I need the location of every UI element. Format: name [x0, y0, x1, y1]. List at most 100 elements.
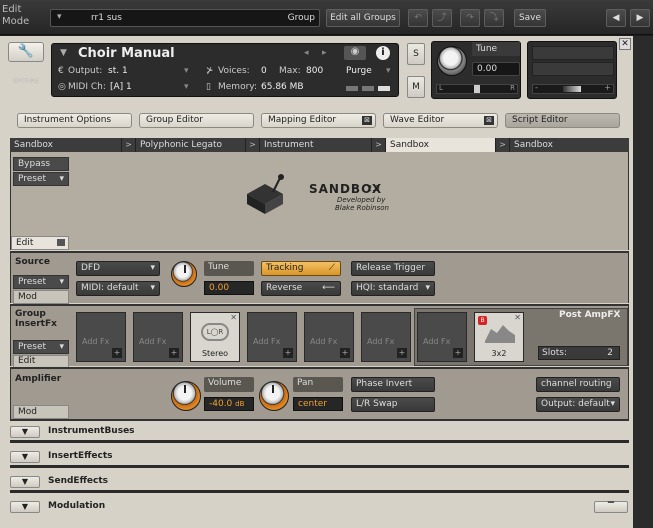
scrollbar[interactable]: [633, 36, 653, 528]
next-arrow-icon[interactable]: ▶: [630, 9, 650, 27]
mapping-editor-button[interactable]: Mapping Editor ⊠: [261, 113, 376, 128]
undo-icon[interactable]: ↶: [408, 9, 428, 27]
output-value[interactable]: st. 1: [108, 66, 128, 76]
pan-slider[interactable]: L R: [436, 84, 518, 94]
phase-invert-button[interactable]: Phase Invert: [351, 377, 435, 392]
script-editor-button[interactable]: Script Editor: [505, 113, 620, 128]
collapse-arrow-icon[interactable]: ▼: [60, 48, 67, 58]
wave-editor-button[interactable]: Wave Editor ⊠: [383, 113, 498, 128]
solo-button[interactable]: S: [407, 43, 425, 65]
midi-channel-value[interactable]: [A] 1: [110, 82, 132, 92]
camera-icon[interactable]: ◉: [344, 46, 366, 60]
chevron-down-icon: ▾: [59, 277, 64, 287]
send-effects-row[interactable]: ▼ SendEffects: [10, 474, 629, 493]
script-tab-4[interactable]: Sandbox >: [386, 138, 510, 152]
volume-slider[interactable]: - +: [532, 83, 614, 94]
release-trigger-button[interactable]: Release Trigger: [351, 261, 435, 276]
script-tab-3[interactable]: Instrument >: [260, 138, 386, 152]
wrench-icon[interactable]: 🔧: [8, 42, 44, 62]
edit-script-button[interactable]: Edit: [11, 236, 69, 250]
channel-routing-button[interactable]: channel routing: [536, 377, 620, 392]
purge-menu[interactable]: Purge: [346, 66, 372, 76]
sandbox-developed-label: Developed by: [337, 196, 386, 204]
redo-icon[interactable]: ↷: [460, 9, 480, 27]
lr-swap-button[interactable]: L/R Swap: [351, 397, 435, 412]
plus-icon[interactable]: +: [340, 348, 350, 358]
output-dropdown-icon[interactable]: ▾: [184, 66, 189, 76]
amp-output-select[interactable]: Output: default ▾: [536, 397, 620, 412]
close-icon[interactable]: ✕: [514, 313, 521, 322]
close-icon[interactable]: ✕: [230, 313, 237, 322]
tracking-button[interactable]: Tracking ⟋: [261, 261, 341, 276]
redo-history-icon[interactable]: ⤵: [484, 9, 504, 27]
insert-effects-row[interactable]: ▼ InsertEffects: [10, 449, 629, 468]
tune-knob[interactable]: [437, 46, 467, 76]
chevron-right-icon[interactable]: >: [371, 138, 385, 152]
reverse-button[interactable]: Reverse ⟵: [261, 281, 341, 296]
fx-slot-6[interactable]: Add Fx +: [361, 312, 411, 362]
script-tab-2[interactable]: Polyphonic Legato >: [136, 138, 260, 152]
chevron-down-icon[interactable]: ▼: [10, 426, 40, 438]
save-button[interactable]: Save: [514, 9, 546, 27]
tune-value[interactable]: 0.00: [472, 62, 520, 76]
plus-icon[interactable]: +: [112, 348, 122, 358]
script-tab-5[interactable]: Sandbox: [510, 138, 629, 152]
prev-instrument-icon[interactable]: ◂: [304, 48, 309, 58]
midi-dropdown-icon[interactable]: ▾: [184, 82, 189, 92]
chevron-right-icon[interactable]: >: [495, 138, 509, 152]
plus-icon[interactable]: +: [169, 348, 179, 358]
prev-arrow-icon[interactable]: ◀: [606, 9, 626, 27]
instrument-buses-row[interactable]: ▼ InstrumentBuses: [10, 424, 629, 443]
chevron-right-icon[interactable]: >: [121, 138, 135, 152]
edit-all-groups-button[interactable]: Edit all Groups: [326, 9, 400, 27]
plus-icon[interactable]: +: [397, 348, 407, 358]
chevron-down-icon[interactable]: ▼: [10, 476, 40, 488]
source-preset-menu[interactable]: Preset ▾: [13, 275, 69, 289]
chevron-down-icon[interactable]: ▼: [10, 451, 40, 463]
source-tune-label: Tune: [204, 261, 254, 276]
fx-slot-4[interactable]: Add Fx +: [247, 312, 297, 362]
purge-dropdown-icon[interactable]: ▾: [386, 66, 391, 76]
instrument-options-button[interactable]: Instrument Options: [17, 113, 132, 128]
undo-history-icon[interactable]: ⤴: [432, 9, 452, 27]
info-icon[interactable]: i: [376, 46, 390, 60]
group-editor-button[interactable]: Group Editor: [139, 113, 254, 128]
mute-button[interactable]: M: [407, 76, 425, 98]
post-fx-slot-1[interactable]: Add Fx +: [417, 312, 467, 362]
post-fx-slot-3x2[interactable]: B 3x2 ✕: [474, 312, 524, 362]
modulation-menu-icon[interactable]: ▔: [594, 501, 628, 513]
bypass-button[interactable]: Bypass: [13, 157, 69, 171]
hqi-select[interactable]: HQI: standard ▾: [351, 281, 435, 296]
preset-menu[interactable]: Preset ▾: [13, 172, 69, 186]
source-tune-knob[interactable]: [171, 261, 197, 287]
dfd-select[interactable]: DFD ▾: [76, 261, 160, 276]
source-mod-tab[interactable]: Mod: [13, 290, 69, 304]
fx-slot-stereo[interactable]: L◯R Stereo ✕: [190, 312, 240, 362]
pan-handle[interactable]: [474, 85, 480, 93]
fx-slot-1[interactable]: Add Fx +: [76, 312, 126, 362]
fx-slot-5[interactable]: Add Fx +: [304, 312, 354, 362]
expand-icon[interactable]: ⊠: [484, 116, 494, 125]
plus-icon[interactable]: +: [453, 348, 463, 358]
volume-knob[interactable]: [171, 381, 201, 411]
close-icon[interactable]: ✕: [619, 38, 631, 50]
pan-knob[interactable]: [259, 381, 289, 411]
midi-mode-select[interactable]: MIDI: default ▾: [76, 281, 160, 296]
pan-value[interactable]: center: [293, 397, 343, 411]
fx-slot-2[interactable]: Add Fx +: [133, 312, 183, 362]
volume-value-field[interactable]: -40.0 dB: [204, 397, 254, 411]
group-selector[interactable]: ▾ rr1 sus Group: [50, 9, 320, 27]
amplifier-mod-tab[interactable]: Mod: [13, 405, 69, 419]
script-tab-1[interactable]: Sandbox >: [10, 138, 136, 152]
slots-field[interactable]: Slots: 2: [538, 346, 620, 360]
source-tune-value[interactable]: 0.00: [204, 281, 254, 295]
next-instrument-icon[interactable]: ▸: [322, 48, 327, 58]
instrument-name[interactable]: Choir Manual: [78, 46, 175, 61]
max-voices-value[interactable]: 800: [306, 66, 323, 76]
plus-icon[interactable]: +: [283, 348, 293, 358]
modulation-row[interactable]: ▼ Modulation ▔: [10, 499, 629, 518]
insertfx-preset-menu[interactable]: Preset ▾: [13, 340, 69, 354]
chevron-right-icon[interactable]: >: [245, 138, 259, 152]
expand-icon[interactable]: ⊠: [362, 116, 372, 125]
chevron-down-icon[interactable]: ▼: [10, 501, 40, 513]
